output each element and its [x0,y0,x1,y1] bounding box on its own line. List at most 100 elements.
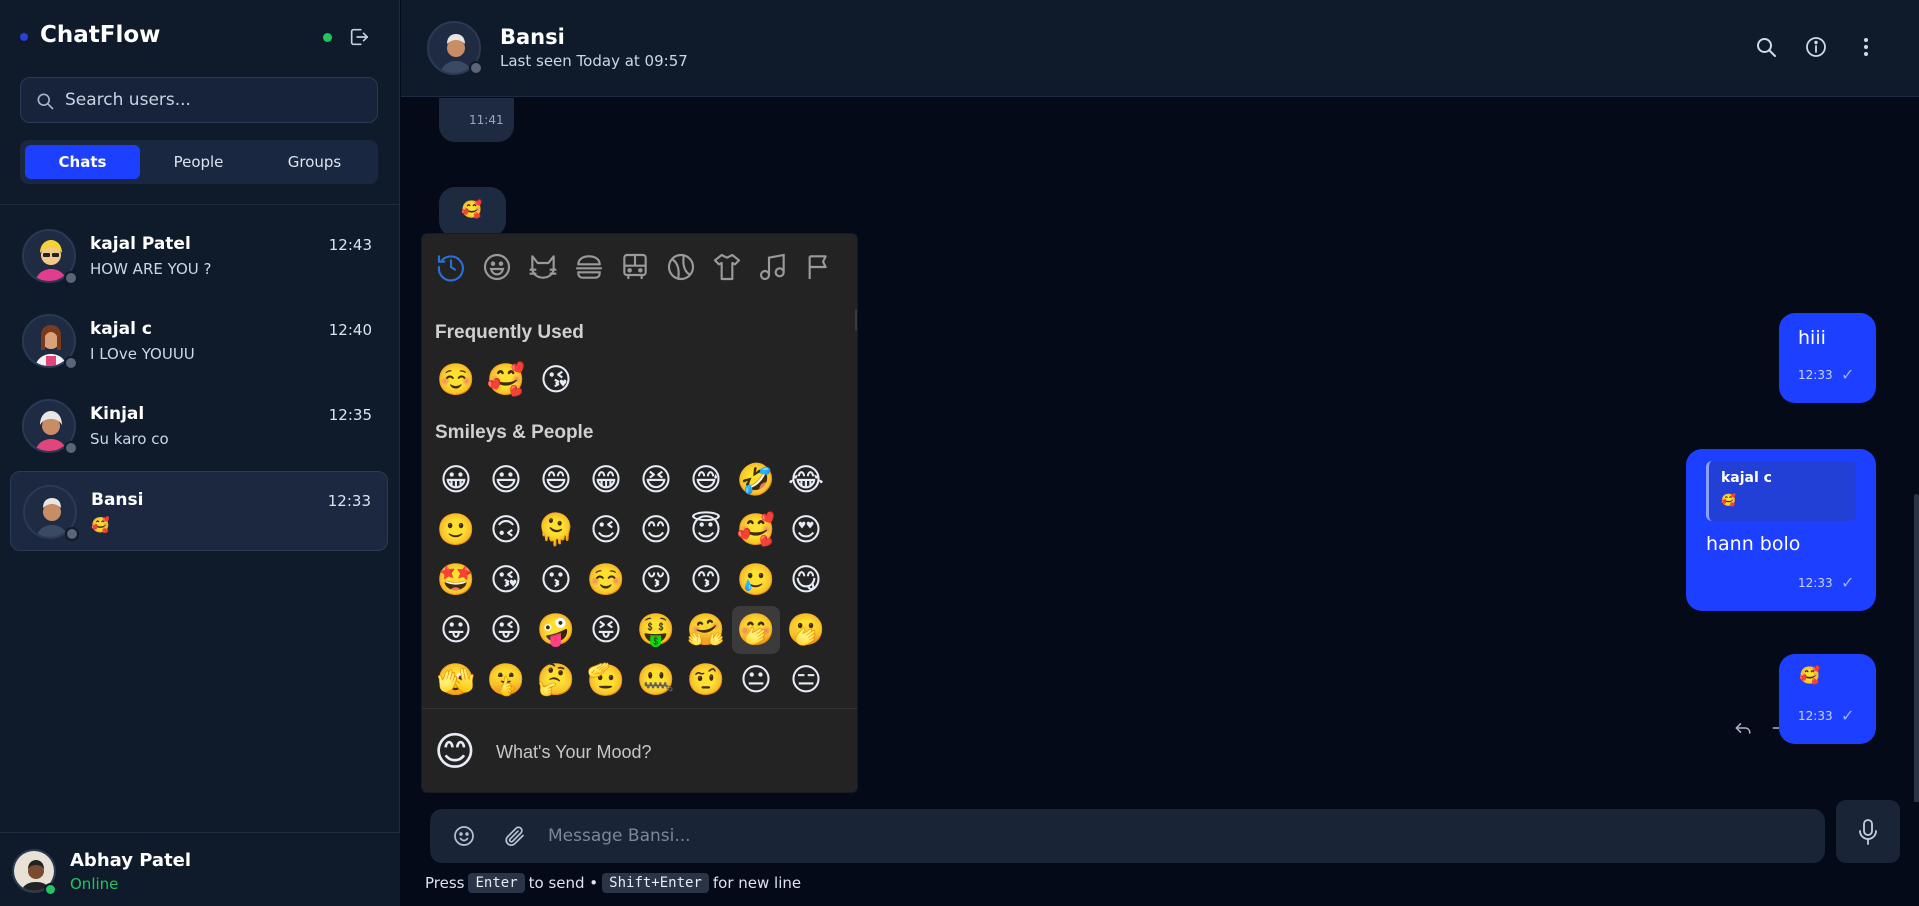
attachment-icon[interactable] [503,824,527,848]
emoji-cell[interactable]: 😐 [732,656,780,704]
emoji-cell[interactable]: 🤫 [482,656,530,704]
chat-preview: 🥰 [91,516,110,534]
chat-item-bansi[interactable]: Bansi 12:33 🥰 [10,471,388,551]
emoji-cell[interactable]: 😑 [782,656,830,704]
emoji-cell[interactable]: 🫠 [532,506,580,554]
emoji-cell[interactable]: 🤐 [632,656,680,704]
emoji-cell[interactable]: 😗 [532,556,580,604]
chat-item-kajal-patel[interactable]: kajal Patel 12:43 HOW ARE YOU ? [10,216,388,296]
tab-chats[interactable]: Chats [25,145,140,179]
chat-name: Kinjal [90,404,145,424]
chat-preview: HOW ARE YOU ? [90,260,212,278]
food-category-icon[interactable] [573,251,605,283]
emoji-cell[interactable]: 😅 [682,456,730,504]
emoji-cell[interactable]: 😁 [582,456,630,504]
message-input[interactable] [548,809,1798,863]
chat-preview: I LOve YOUUU [90,345,195,363]
emoji-cell[interactable]: 😘 [482,556,530,604]
logout-icon[interactable] [348,26,370,48]
emoji-cell[interactable]: 🤣 [732,456,780,504]
emoji-cell[interactable]: 😛 [432,606,480,654]
search-box [20,77,378,123]
chat-item-kajal-c[interactable]: kajal c 12:40 I LOve YOUUU [10,301,388,381]
objects-category-icon[interactable] [711,251,743,283]
incoming-message[interactable]: 11:41 [439,98,514,142]
outgoing-message[interactable]: 🥰 12:33 ✓ [1779,654,1876,744]
emoji-cell[interactable]: 😜 [482,606,530,654]
chat-item-kinjal[interactable]: Kinjal 12:35 Su karo co [10,386,388,466]
emoji-cell[interactable]: 😍 [782,506,830,554]
emoji-cell[interactable]: 😉 [582,506,630,554]
emoji-cell[interactable]: 🙃 [482,506,530,554]
emoji-cell[interactable]: 🤪 [532,606,580,654]
reply-quote[interactable]: kajal c 🥰 [1706,461,1856,521]
emoji-cell[interactable]: 😆 [632,456,680,504]
search-input[interactable] [65,78,365,122]
emoji-cell[interactable]: ☺️ [582,556,630,604]
flags-category-icon[interactable] [803,251,835,283]
offline-status-dot [64,271,78,285]
message-time: 12:33 [1798,576,1833,590]
more-options-icon[interactable] [1854,35,1878,59]
message-composer [430,809,1825,863]
picker-scrollbar[interactable] [855,309,857,331]
emoji-cell[interactable]: 🤔 [532,656,580,704]
message-time: 11:41 [469,113,504,127]
offline-status-dot [64,441,78,455]
emoji-cell[interactable]: 😙 [682,556,730,604]
emoji-cell[interactable]: 🫢 [782,606,830,654]
chat-time: 12:33 [327,492,371,510]
message-text: hann bolo [1706,533,1801,555]
activities-category-icon[interactable] [665,251,697,283]
search-icon[interactable] [1754,35,1778,59]
emoji-cell[interactable]: 😚 [632,556,680,604]
offline-status-dot [64,356,78,370]
info-icon[interactable] [1804,35,1828,59]
emoji-cell[interactable]: 😘 [532,356,580,404]
smileys-category-icon[interactable] [481,251,513,283]
hint-text: to send • [528,874,599,892]
emoji-cell[interactable]: ☺️ [432,356,480,404]
symbols-category-icon[interactable] [757,251,789,283]
emoji-cell[interactable]: 🥰 [482,356,530,404]
message-time: 12:33 [1798,709,1833,723]
emoji-cell[interactable]: 😝 [582,606,630,654]
emoji-cell[interactable]: 😂 [782,456,830,504]
smileys-grid: 😀 😃 😄 😁 😆 😅 🤣 😂 🙂 🙃 🫠 😉 😊 😇 🥰 😍 🤩 😘 😗 ☺️ 😚 😙 🥲 😋 😛 😜 🤪 😝 🤑 🤗 🤭 🫢 🫣 🤫 🤔 🫡 🤐 🤨 😐… [432,456,848,706]
emoji-cell[interactable]: 😄 [532,456,580,504]
emoji-cell[interactable]: 😃 [482,456,530,504]
emoji-cell[interactable]: 🥲 [732,556,780,604]
read-check: ✓ [1841,573,1855,592]
emoji-cell[interactable]: 🤩 [432,556,480,604]
emoji-cell[interactable]: 🤗 [682,606,730,654]
voice-record-button[interactable] [1836,800,1900,863]
emoji-picker: Frequently Used ☺️ 🥰 😘 Smileys & People 😀 😃… [421,233,858,793]
emoji-cell[interactable]: 🙂 [432,506,480,554]
tab-people[interactable]: People [141,145,256,179]
microphone-icon [1859,819,1877,845]
emoji-cell[interactable]: 🫣 [432,656,480,704]
incoming-message[interactable]: 🥰 [439,187,506,237]
emoji-cell[interactable]: 😀 [432,456,480,504]
message-scrollbar[interactable] [1914,494,1919,802]
animals-category-icon[interactable] [527,251,559,283]
mood-preview: 😊 What's Your Mood? [422,708,857,792]
quote-sender: kajal c [1721,470,1772,486]
emoji-cell[interactable]: 😇 [682,506,730,554]
current-user-panel[interactable]: Abhay Patel Online [0,832,400,906]
emoji-cell[interactable]: 🫡 [582,656,630,704]
emoji-cell[interactable]: 🤭 [732,606,780,654]
outgoing-message[interactable]: kajal c 🥰 hann bolo 12:33 ✓ [1686,449,1876,611]
emoji-cell[interactable]: 🤑 [632,606,680,654]
emoji-cell[interactable]: 🥰 [732,506,780,554]
sidebar: ChatFlow Chats People Groups kajal Patel… [0,0,400,906]
emoji-cell[interactable]: 😊 [632,506,680,554]
recent-category-icon[interactable] [435,251,467,283]
tab-groups[interactable]: Groups [257,145,372,179]
travel-category-icon[interactable] [619,251,651,283]
emoji-icon[interactable] [452,824,476,848]
outgoing-message[interactable]: hiii 12:33 ✓ [1779,313,1876,403]
emoji-cell[interactable]: 😋 [782,556,830,604]
reply-icon[interactable] [1733,718,1753,738]
emoji-cell[interactable]: 🤨 [682,656,730,704]
